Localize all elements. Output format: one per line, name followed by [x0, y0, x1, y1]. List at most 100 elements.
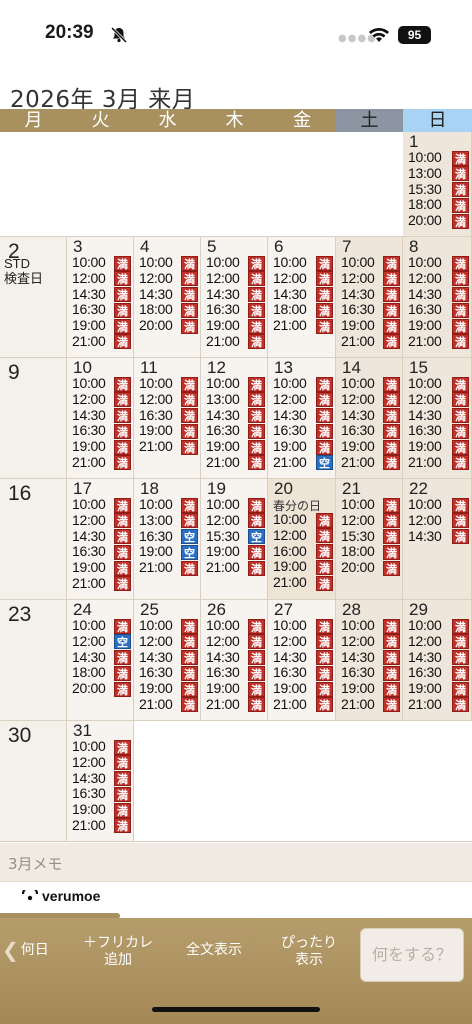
- time-slot[interactable]: 19:00 満: [204, 317, 265, 334]
- day-cell[interactable]: 1 10:00 満 13:00 満 15:30 満 18:00 満 20:00 満: [403, 132, 472, 237]
- time-slot[interactable]: 13:00 満: [204, 391, 265, 408]
- time-slot[interactable]: 21:00 満: [70, 454, 131, 471]
- time-slot[interactable]: 10:00 満: [204, 617, 265, 634]
- time-slot[interactable]: 14:30 満: [339, 649, 400, 666]
- time-slot[interactable]: 12:00 満: [204, 512, 265, 529]
- day-cell[interactable]: 24 10:00 満 12:00 空 14:30 満 18:00 満 20:00 満: [67, 600, 134, 721]
- time-slot[interactable]: 21:00 満: [137, 696, 198, 713]
- time-slot[interactable]: 16:30 満: [339, 665, 400, 681]
- time-slot[interactable]: 12:00 満: [271, 270, 333, 287]
- day-cell[interactable]: 26 10:00 満 12:00 満 14:30 満 16:30 満 19:00 満 21:00 満: [201, 600, 268, 721]
- time-slot[interactable]: 19:00 満: [204, 680, 265, 697]
- day-cell[interactable]: 4 10:00 満 12:00 満 14:30 満 18:00 満 20:00 満: [134, 237, 201, 358]
- time-slot[interactable]: 19:00 満: [137, 680, 198, 697]
- time-slot[interactable]: 19:00 満: [339, 438, 400, 455]
- time-slot[interactable]: 12:00 満: [137, 633, 198, 650]
- time-slot[interactable]: 14:30 満: [204, 407, 265, 424]
- time-slot[interactable]: 21:00 満: [137, 438, 198, 455]
- time-slot[interactable]: 10:00 満: [204, 254, 265, 271]
- time-slot[interactable]: 16:30 満: [406, 302, 469, 318]
- time-slot[interactable]: 14:30 満: [339, 407, 400, 424]
- time-slot[interactable]: 18:00 満: [339, 544, 400, 560]
- time-slot[interactable]: 21:00 満: [339, 696, 400, 713]
- time-slot[interactable]: 16:30 満: [406, 665, 469, 681]
- time-slot[interactable]: 10:00 満: [271, 617, 333, 634]
- day-cell[interactable]: 7 10:00 満 12:00 満 14:30 満 16:30 満 19:00 満 21:00 満: [336, 237, 403, 358]
- time-slot[interactable]: 12:00 満: [406, 391, 469, 408]
- time-slot[interactable]: 19:00 満: [339, 680, 400, 697]
- time-slot[interactable]: 18:00 満: [406, 197, 469, 213]
- day-cell[interactable]: 8 10:00 満 12:00 満 14:30 満 16:30 満 19:00 満 21:00 満: [403, 237, 472, 358]
- time-slot[interactable]: 10:00 満: [70, 375, 131, 392]
- time-slot[interactable]: 10:00 満: [70, 738, 131, 755]
- time-slot[interactable]: 14:30 満: [137, 649, 198, 666]
- time-slot[interactable]: 16:30 満: [406, 423, 469, 439]
- time-slot[interactable]: 10:00 満: [137, 617, 198, 634]
- time-slot[interactable]: 16:30 満: [70, 302, 131, 318]
- time-slot[interactable]: 19:00 満: [406, 680, 469, 697]
- time-slot[interactable]: 16:30 満: [137, 407, 198, 424]
- time-slot[interactable]: 14:30 満: [70, 528, 131, 545]
- time-slot[interactable]: 12:00 満: [406, 633, 469, 650]
- time-slot[interactable]: 20:00 満: [70, 680, 131, 697]
- time-slot[interactable]: 10:00 満: [406, 254, 469, 271]
- time-slot[interactable]: 18:00 満: [137, 302, 198, 318]
- time-slot[interactable]: 14:30 満: [70, 649, 131, 666]
- time-slot[interactable]: 21:00 満: [204, 333, 265, 350]
- time-slot[interactable]: 21:00 満: [204, 696, 265, 713]
- time-slot[interactable]: 10:00 満: [137, 375, 198, 392]
- time-slot[interactable]: 14:30 満: [406, 286, 469, 303]
- day-cell[interactable]: 18 10:00 満 13:00 満 16:30 空 19:00 空 21:00 満: [134, 479, 201, 600]
- day-cell[interactable]: 11 10:00 満 12:00 満 16:30 満 19:00 満 21:00 満: [134, 358, 201, 479]
- time-slot[interactable]: 21:00 満: [271, 696, 333, 713]
- time-slot[interactable]: 21:00 満: [70, 817, 131, 834]
- day-cell[interactable]: 31 10:00 満 12:00 満 14:30 満 16:30 満 19:00 満 21:00 満: [67, 721, 134, 842]
- time-slot[interactable]: 21:00 満: [70, 575, 131, 592]
- time-slot[interactable]: 12:00 満: [137, 391, 198, 408]
- time-slot[interactable]: 10:00 満: [406, 375, 469, 392]
- time-slot[interactable]: 13:00 満: [406, 165, 469, 182]
- time-slot[interactable]: 13:00 満: [137, 512, 198, 529]
- time-slot[interactable]: 19:00 満: [271, 559, 333, 575]
- day-cell[interactable]: 10 10:00 満 12:00 満 14:30 満 16:30 満 19:00 満 21:00 満: [67, 358, 134, 479]
- time-slot[interactable]: 20:00 満: [406, 212, 469, 229]
- time-slot[interactable]: 15:30 空: [204, 528, 265, 545]
- time-slot[interactable]: 19:00 満: [406, 438, 469, 455]
- day-cell[interactable]: 23: [0, 600, 67, 721]
- time-slot[interactable]: 10:00 満: [339, 617, 400, 634]
- time-slot[interactable]: 10:00 満: [70, 617, 131, 634]
- time-slot[interactable]: 12:00 満: [339, 391, 400, 408]
- day-cell[interactable]: 13 10:00 満 12:00 満 14:30 満 16:30 満 19:00 満 21:00 空: [268, 358, 336, 479]
- day-cell[interactable]: 2 STD 検査日: [0, 237, 67, 358]
- day-cell[interactable]: 28 10:00 満 12:00 満 14:30 満 16:30 満 19:00 満 21:00 満: [336, 600, 403, 721]
- day-cell[interactable]: 30: [0, 721, 67, 842]
- time-slot[interactable]: 10:00 満: [137, 254, 198, 271]
- fit-view-button[interactable]: ぴったり 表示: [264, 935, 354, 969]
- time-slot[interactable]: 19:00 満: [339, 317, 400, 334]
- time-slot[interactable]: 21:00 満: [204, 454, 265, 471]
- time-slot[interactable]: 12:00 満: [406, 512, 469, 529]
- time-slot[interactable]: 12:00 満: [70, 754, 131, 771]
- time-slot[interactable]: 10:00 満: [70, 254, 131, 271]
- time-slot[interactable]: 10:00 満: [271, 511, 333, 528]
- time-slot[interactable]: 10:00 満: [339, 254, 400, 271]
- day-cell[interactable]: 3 10:00 満 12:00 満 14:30 満 16:30 満 19:00 満 21:00 満: [67, 237, 134, 358]
- time-slot[interactable]: 21:00 満: [406, 696, 469, 713]
- time-slot[interactable]: 21:00 満: [406, 333, 469, 350]
- time-slot[interactable]: 19:00 満: [70, 317, 131, 334]
- time-slot[interactable]: 12:00 空: [70, 633, 131, 650]
- time-slot[interactable]: 14:30 満: [271, 286, 333, 303]
- time-slot[interactable]: 20:00 満: [339, 559, 400, 576]
- time-slot[interactable]: 10:00 満: [70, 496, 131, 513]
- time-slot[interactable]: 16:30 満: [70, 423, 131, 439]
- time-slot[interactable]: 19:00 満: [406, 317, 469, 334]
- time-slot[interactable]: 12:00 満: [70, 391, 131, 408]
- time-slot[interactable]: 18:00 満: [271, 302, 333, 318]
- time-slot[interactable]: 12:00 満: [406, 270, 469, 287]
- full-text-button[interactable]: 全文表示: [172, 942, 256, 959]
- time-slot[interactable]: 21:00 満: [70, 333, 131, 350]
- add-furigana-button[interactable]: ＋フリカレ 追加: [72, 935, 164, 969]
- time-slot[interactable]: 16:30 満: [339, 302, 400, 318]
- day-cell[interactable]: 14 10:00 満 12:00 満 14:30 満 16:30 満 19:00 満 21:00 満: [336, 358, 403, 479]
- time-slot[interactable]: 14:30 満: [271, 407, 333, 424]
